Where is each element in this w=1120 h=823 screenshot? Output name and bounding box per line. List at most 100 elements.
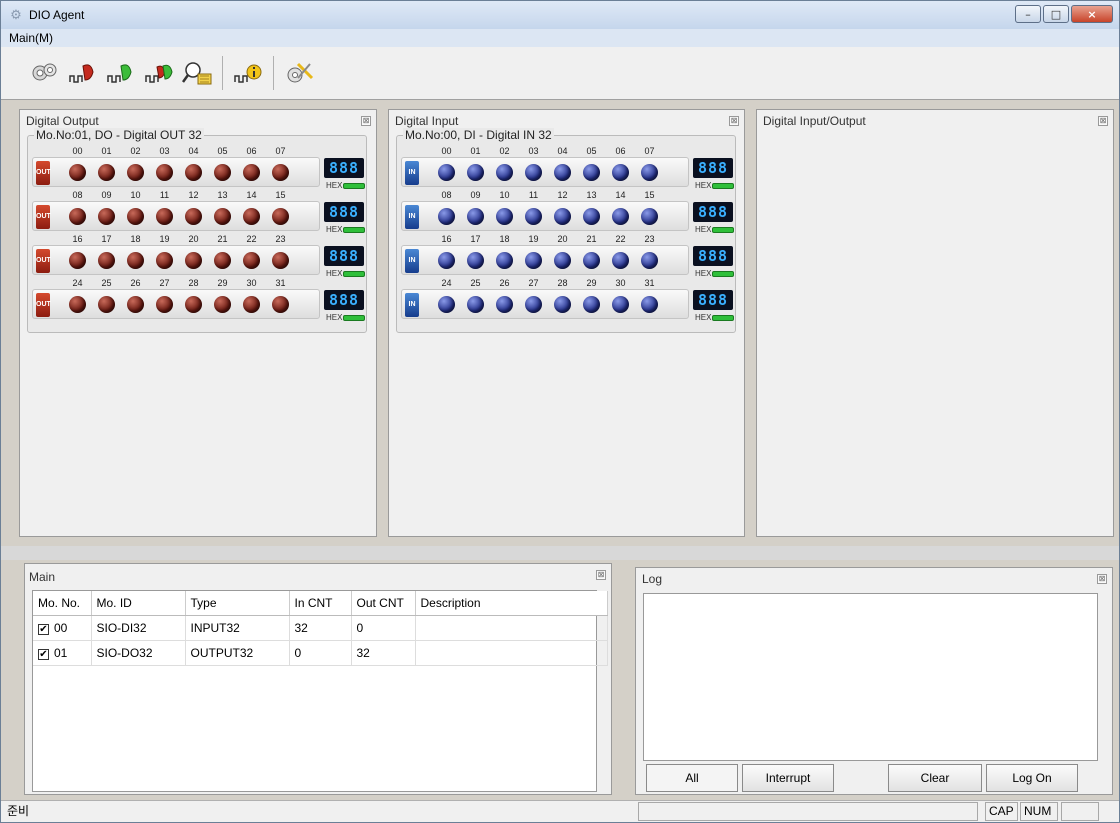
- close-button[interactable]: ×: [1071, 5, 1113, 23]
- device-scan-icon[interactable]: [27, 56, 63, 90]
- module-checkbox[interactable]: ✔: [38, 623, 49, 635]
- module-no: 00: [54, 620, 68, 635]
- column-header[interactable]: Mo. ID: [91, 591, 186, 616]
- pane-title: Digital Input: [395, 114, 459, 128]
- output-led[interactable]: [214, 208, 231, 225]
- output-led[interactable]: [214, 164, 231, 181]
- column-header[interactable]: In CNT: [289, 591, 352, 616]
- output-led[interactable]: [272, 296, 289, 313]
- title-bar[interactable]: ⚙ DIO Agent – □ ×: [1, 1, 1119, 29]
- pane-close-icon[interactable]: ⊠: [596, 570, 606, 580]
- hex-indicator: HEX: [326, 313, 366, 322]
- out-tag: OUT: [36, 293, 51, 317]
- output-led[interactable]: [98, 208, 115, 225]
- input-led: [612, 208, 629, 225]
- output-led[interactable]: [272, 208, 289, 225]
- output-led[interactable]: [214, 296, 231, 313]
- pane-close-icon[interactable]: ⊠: [1098, 116, 1108, 126]
- minimize-button[interactable]: –: [1015, 5, 1041, 23]
- output-led[interactable]: [214, 252, 231, 269]
- input-led: [467, 208, 484, 225]
- column-header[interactable]: Type: [185, 591, 290, 616]
- input-led: [554, 164, 571, 181]
- bit-label: 18: [130, 234, 141, 244]
- in-tag: IN: [405, 293, 419, 317]
- bit-label: 28: [557, 278, 568, 288]
- digital-input-icon[interactable]: [103, 56, 139, 90]
- log-buttons: All Interrupt Clear Log On: [646, 764, 1082, 792]
- column-header[interactable]: Description: [415, 591, 608, 616]
- output-led[interactable]: [156, 208, 173, 225]
- group-title: Mo.No:01, DO - Digital OUT 32: [34, 128, 204, 142]
- digital-output-icon[interactable]: [65, 56, 101, 90]
- bit-label: 02: [130, 146, 141, 156]
- output-led[interactable]: [69, 164, 86, 181]
- output-led[interactable]: [272, 164, 289, 181]
- output-led[interactable]: [127, 252, 144, 269]
- pane-close-icon[interactable]: ⊠: [1097, 574, 1107, 584]
- output-led[interactable]: [98, 164, 115, 181]
- input-led: [525, 208, 542, 225]
- input-led: [641, 164, 658, 181]
- toolbar: [1, 47, 1119, 100]
- output-led[interactable]: [185, 296, 202, 313]
- interrupt-button[interactable]: Interrupt: [742, 764, 834, 792]
- seg-display: 888: [693, 158, 733, 178]
- pane-close-icon[interactable]: ⊠: [729, 116, 739, 126]
- log-area[interactable]: [643, 593, 1098, 761]
- module-checkbox[interactable]: ✔: [38, 648, 49, 660]
- output-led[interactable]: [185, 252, 202, 269]
- bit-label: 17: [101, 234, 112, 244]
- status-bar: 준비 CAP NUM: [1, 800, 1119, 822]
- all-button[interactable]: All: [646, 764, 738, 792]
- do-row-3: 24 25 26 27 28 29 30 31 OUT: [32, 278, 320, 319]
- output-led[interactable]: [272, 252, 289, 269]
- output-led[interactable]: [69, 296, 86, 313]
- input-led: [554, 252, 571, 269]
- output-led[interactable]: [185, 164, 202, 181]
- seg-display: 888: [324, 158, 364, 178]
- counter-search-icon[interactable]: [179, 56, 215, 90]
- output-led[interactable]: [243, 164, 260, 181]
- do-row-1: 08 09 10 11 12 13 14 15 OUT: [32, 190, 320, 231]
- output-led[interactable]: [69, 252, 86, 269]
- output-led[interactable]: [127, 208, 144, 225]
- menu-main[interactable]: Main(M): [9, 31, 53, 45]
- maximize-button[interactable]: □: [1043, 5, 1069, 23]
- output-led[interactable]: [156, 164, 173, 181]
- column-header[interactable]: Out CNT: [351, 591, 416, 616]
- module-id: SIO-DO32: [91, 640, 186, 666]
- input-led: [467, 164, 484, 181]
- module-out-cnt: 0: [351, 615, 416, 641]
- hex-indicator: HEX: [695, 225, 735, 234]
- module-desc: [415, 640, 608, 666]
- output-led[interactable]: [185, 208, 202, 225]
- bit-label: 04: [188, 146, 199, 156]
- output-led[interactable]: [127, 164, 144, 181]
- out-tag: OUT: [36, 249, 51, 273]
- input-led: [612, 164, 629, 181]
- bit-label: 30: [615, 278, 626, 288]
- output-led[interactable]: [127, 296, 144, 313]
- table-row[interactable]: ✔ 00 SIO-DI32 INPUT32 32 0: [33, 615, 608, 641]
- output-led[interactable]: [156, 252, 173, 269]
- log-pane: Log ⊠ All Interrupt Clear Log On: [635, 567, 1113, 795]
- column-header[interactable]: Mo. No.: [33, 591, 92, 616]
- digital-io-icon[interactable]: [141, 56, 177, 90]
- output-led[interactable]: [69, 208, 86, 225]
- settings-tools-icon[interactable]: [281, 56, 317, 90]
- output-led[interactable]: [98, 296, 115, 313]
- output-led[interactable]: [243, 252, 260, 269]
- output-led[interactable]: [98, 252, 115, 269]
- output-led[interactable]: [243, 208, 260, 225]
- module-info-icon[interactable]: [230, 56, 266, 90]
- pane-close-icon[interactable]: ⊠: [361, 116, 371, 126]
- di-row-3: 24 25 26 27 28 29 30 31 IN: [401, 278, 689, 319]
- output-led[interactable]: [156, 296, 173, 313]
- splitter-bar[interactable]: [1, 546, 1119, 560]
- do-row-2: 16 17 18 19 20 21 22 23 OUT: [32, 234, 320, 275]
- log-on-button[interactable]: Log On: [986, 764, 1078, 792]
- output-led[interactable]: [243, 296, 260, 313]
- clear-button[interactable]: Clear: [888, 764, 982, 792]
- table-row[interactable]: ✔ 01 SIO-DO32 OUTPUT32 0 32: [33, 640, 608, 666]
